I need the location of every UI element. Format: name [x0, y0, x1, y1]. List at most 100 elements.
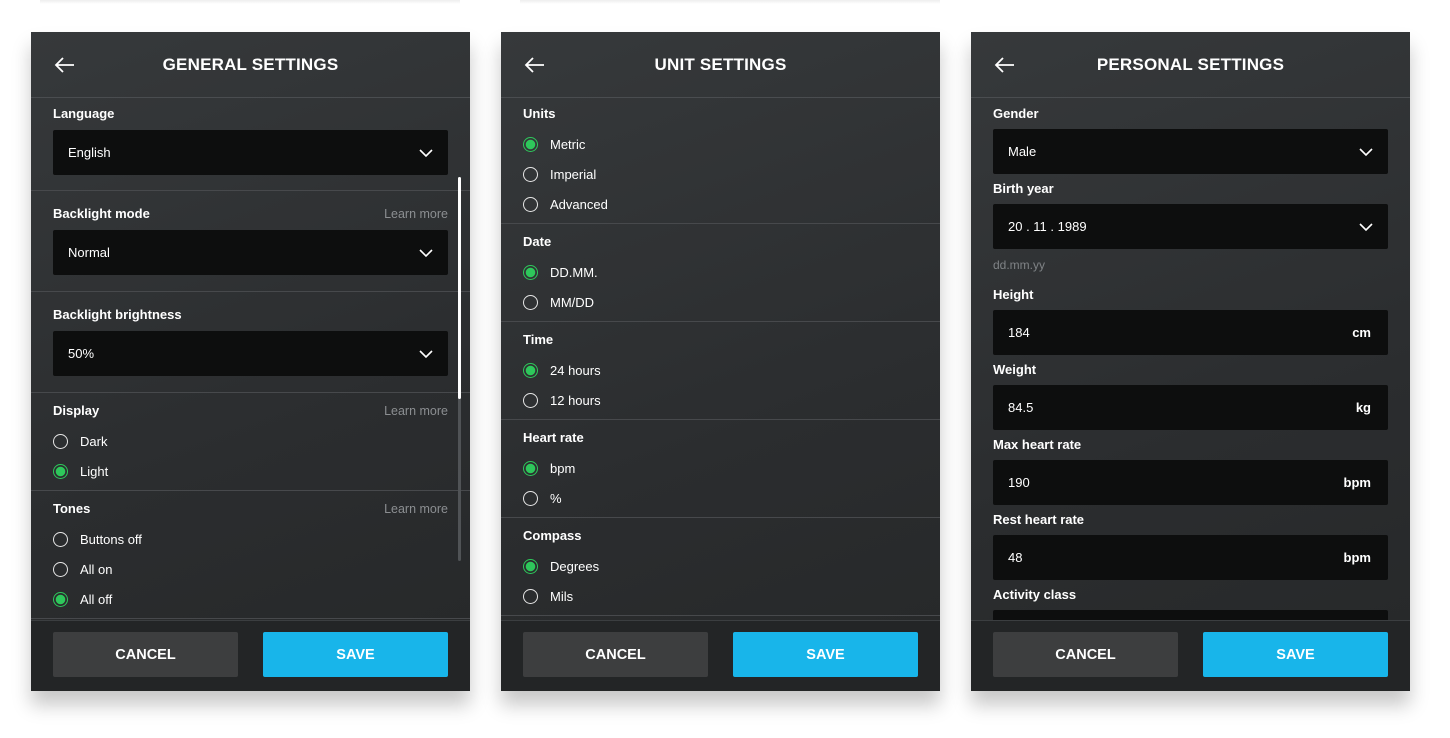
label-row: Backlight mode Learn more [53, 206, 448, 222]
field-value: 190 [1008, 475, 1030, 490]
radio-label: Mils [550, 588, 574, 604]
radio-unselected-icon[interactable] [523, 196, 538, 212]
setting-display: Display Learn more Dark Light [31, 393, 470, 491]
radio-selected-icon[interactable] [53, 463, 68, 479]
radio-option[interactable]: MM/DD [523, 287, 918, 317]
radio-option[interactable]: Mils [523, 581, 918, 611]
page-title: UNIT SETTINGS [654, 54, 787, 74]
scrollbar-thumb[interactable] [458, 177, 461, 399]
radio-selected-icon[interactable] [523, 558, 538, 574]
cancel-button[interactable]: CANCEL [993, 632, 1178, 677]
selected-value: English [68, 145, 111, 160]
radio-option[interactable]: Light [53, 456, 448, 486]
dropdown-select[interactable]: 20 . 11 . 1989 [993, 204, 1388, 249]
radio-group: Metric Imperial Advanced [523, 129, 918, 219]
radio-unselected-icon[interactable] [523, 490, 538, 506]
panel-personal-settings: PERSONAL SETTINGS Gender Male Birth year 20 … [971, 32, 1410, 691]
field-value: 184 [1008, 325, 1030, 340]
field-activity-class: Activity class [993, 587, 1388, 620]
radio-selected-icon[interactable] [523, 264, 538, 280]
setting-label: Time [523, 332, 554, 347]
text-input[interactable]: 184 cm [993, 310, 1388, 355]
dropdown-select[interactable]: English [53, 130, 448, 175]
label-row: Time [523, 332, 918, 348]
field-value: 84.5 [1008, 400, 1034, 415]
radio-option[interactable]: bpm [523, 453, 918, 483]
footer: CANCEL SAVE [501, 620, 940, 691]
learn-more-link[interactable]: Learn more [384, 206, 448, 222]
dropdown-select[interactable]: Male [993, 129, 1388, 174]
setting-label: Backlight brightness [53, 307, 182, 322]
radio-selected-icon[interactable] [523, 136, 538, 152]
field-label: Gender [993, 106, 1039, 121]
radio-option[interactable]: 12 hours [523, 385, 918, 415]
radio-option[interactable]: Dark [53, 426, 448, 456]
chevron-down-icon [419, 347, 433, 361]
radio-selected-icon[interactable] [53, 591, 68, 607]
radio-unselected-icon[interactable] [53, 433, 68, 449]
dropdown-select[interactable]: Normal [53, 230, 448, 275]
radio-option[interactable]: Imperial [523, 159, 918, 189]
panel-header: UNIT SETTINGS [501, 32, 940, 98]
text-input[interactable]: 48 bpm [993, 535, 1388, 580]
cancel-button[interactable]: CANCEL [53, 632, 238, 677]
text-input[interactable]: 190 bpm [993, 460, 1388, 505]
field-weight: Weight 84.5 kg [993, 362, 1388, 430]
radio-option[interactable]: Advanced [523, 189, 918, 219]
page-title: PERSONAL SETTINGS [1096, 54, 1285, 74]
learn-more-link[interactable]: Learn more [384, 501, 448, 517]
setting-tones: Tones Learn more Buttons off All on All off [31, 491, 470, 619]
setting-language: Language English [31, 99, 470, 191]
radio-unselected-icon[interactable] [53, 561, 68, 577]
chevron-down-icon [419, 146, 433, 160]
back-arrow-icon[interactable] [53, 53, 77, 77]
save-button[interactable]: SAVE [1203, 632, 1388, 677]
radio-selected-icon[interactable] [523, 362, 538, 378]
learn-more-link[interactable]: Learn more [384, 403, 448, 419]
radio-option[interactable]: Buttons off [53, 524, 448, 554]
cancel-button[interactable]: CANCEL [523, 632, 708, 677]
setting-label: Date [523, 234, 552, 249]
setting-units: Units Metric Imperial Advanced [501, 99, 940, 224]
scrollbar[interactable] [458, 177, 461, 561]
back-arrow-icon[interactable] [523, 53, 547, 77]
save-button[interactable]: SAVE [733, 632, 918, 677]
radio-unselected-icon[interactable] [523, 294, 538, 310]
radio-label: MM/DD [550, 294, 595, 310]
field-rest-heart-rate: Rest heart rate 48 bpm [993, 512, 1388, 580]
setting-label: Heart rate [523, 430, 584, 445]
radio-option[interactable]: All on [53, 554, 448, 584]
format-hint: dd.mm.yy [993, 258, 1046, 272]
shadow [520, 0, 940, 4]
field-gender: Gender Male [993, 106, 1388, 174]
unit-label: bpm [1343, 550, 1371, 565]
setting-label: Tones [53, 501, 91, 516]
radio-option[interactable]: 24 hours [523, 355, 918, 385]
radio-option[interactable]: Degrees [523, 551, 918, 581]
chevron-down-icon [1359, 220, 1373, 234]
setting-heart-rate: Heart rate bpm% [501, 420, 940, 518]
radio-option[interactable]: DD.MM. [523, 257, 918, 287]
radio-unselected-icon[interactable] [523, 166, 538, 182]
radio-group: DD.MM. MM/DD [523, 257, 918, 317]
text-input[interactable]: 84.5 kg [993, 385, 1388, 430]
setting-label: Language [53, 106, 115, 121]
panel-header: PERSONAL SETTINGS [971, 32, 1410, 98]
setting-label: Backlight mode [53, 206, 150, 221]
radio-unselected-icon[interactable] [523, 588, 538, 604]
text-input[interactable] [993, 610, 1388, 620]
radio-label: All off [80, 591, 113, 607]
radio-group: Degrees Mils [523, 551, 918, 611]
settings-list: Units Metric Imperial Advanced Date DD.MM. MM/… [501, 99, 940, 620]
save-button[interactable]: SAVE [263, 632, 448, 677]
field-value: Male [1008, 144, 1037, 159]
radio-unselected-icon[interactable] [53, 531, 68, 547]
radio-unselected-icon[interactable] [523, 392, 538, 408]
radio-option[interactable]: All off [53, 584, 448, 614]
dropdown-select[interactable]: 50% [53, 331, 448, 376]
radio-selected-icon[interactable] [523, 460, 538, 476]
radio-option[interactable]: Metric [523, 129, 918, 159]
back-arrow-icon[interactable] [993, 53, 1017, 77]
radio-label: Imperial [550, 166, 597, 182]
radio-option[interactable]: % [523, 483, 918, 513]
